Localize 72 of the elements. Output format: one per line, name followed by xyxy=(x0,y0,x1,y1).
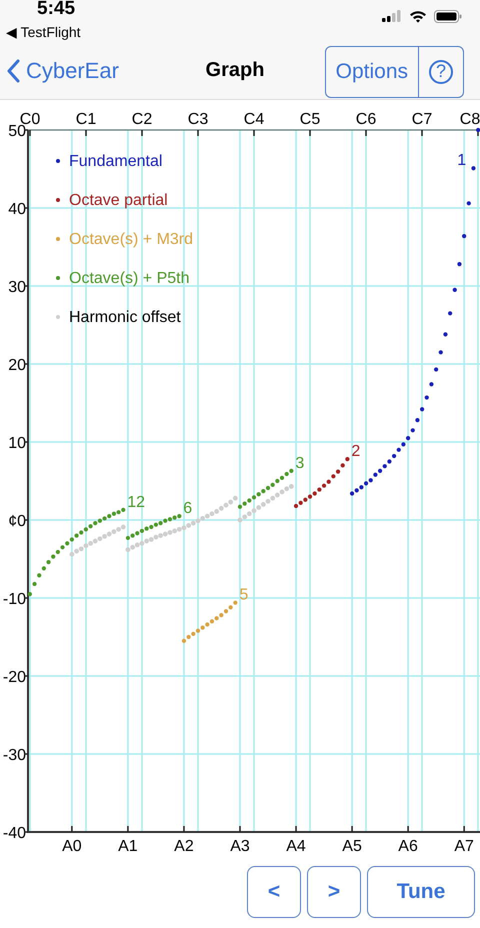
top-axis-label: C4 xyxy=(244,111,264,128)
back-button[interactable]: CyberEar xyxy=(6,58,206,84)
data-point xyxy=(340,463,345,468)
series-label: 2 xyxy=(351,443,360,460)
data-point xyxy=(466,201,471,206)
data-point xyxy=(410,428,415,432)
y-axis-label: ¢0 xyxy=(8,513,26,530)
tune-button[interactable]: Tune xyxy=(367,866,475,918)
y-axis-label: -10 xyxy=(2,591,26,608)
series-label: 1 xyxy=(457,152,466,169)
data-point xyxy=(452,288,457,292)
data-point xyxy=(406,436,410,440)
battery-icon xyxy=(434,10,462,22)
x-axis-label: A3 xyxy=(230,838,250,855)
top-axis-label: C2 xyxy=(132,111,152,128)
help-button[interactable]: ? xyxy=(418,46,463,96)
top-axis-label: C5 xyxy=(300,111,320,128)
y-axis-label: -40 xyxy=(2,825,26,842)
back-label: CyberEar xyxy=(26,58,119,84)
legend-label: Fundamental xyxy=(69,153,162,170)
legend-label: Octave(s) + M3rd xyxy=(69,231,194,248)
x-axis-label: A7 xyxy=(454,838,474,855)
data-point xyxy=(424,395,429,400)
x-axis-label: A2 xyxy=(174,838,194,855)
wifi-icon xyxy=(409,10,427,22)
clock-time: 5:45 xyxy=(37,0,76,18)
series-label: 3 xyxy=(295,454,304,472)
options-button[interactable]: Options xyxy=(326,46,418,96)
x-axis-label: A6 xyxy=(398,838,418,855)
legend-label: Octave(s) + P5th xyxy=(69,270,190,287)
data-point xyxy=(42,566,46,570)
y-axis-label: -20 xyxy=(2,669,26,686)
legend-label: Harmonic offset xyxy=(69,309,181,326)
series-label: 6 xyxy=(183,500,192,518)
legend-label: Octave partial xyxy=(69,192,168,209)
data-point xyxy=(443,332,448,336)
previous-button[interactable]: < xyxy=(247,866,301,918)
next-button[interactable]: > xyxy=(307,866,361,918)
data-point xyxy=(415,418,420,422)
top-axis-label: C6 xyxy=(356,111,376,128)
top-axis-label: C3 xyxy=(188,111,208,128)
data-point xyxy=(420,407,424,412)
screen-title: Graph xyxy=(206,59,264,82)
data-point xyxy=(32,582,37,586)
y-axis-label: 40 xyxy=(8,201,26,218)
y-axis-label: 30 xyxy=(8,279,26,296)
data-point xyxy=(457,262,462,266)
x-axis-label: A1 xyxy=(118,838,138,855)
data-point xyxy=(471,166,476,170)
top-axis-label: C8 xyxy=(460,111,480,128)
y-axis-label: 10 xyxy=(8,435,26,452)
x-axis-label: A4 xyxy=(286,838,306,855)
x-axis-label: A5 xyxy=(342,838,362,855)
data-point xyxy=(448,311,452,316)
y-axis-label: 20 xyxy=(8,357,26,374)
data-point xyxy=(434,367,438,372)
y-axis-label: -30 xyxy=(2,747,26,764)
back-to-app-link[interactable]: ◀ TestFlight xyxy=(6,24,81,40)
data-point xyxy=(476,128,480,132)
data-point xyxy=(429,382,434,386)
x-axis-label: A0 xyxy=(62,838,82,855)
series-label: 12 xyxy=(127,494,146,511)
top-axis-label: C1 xyxy=(76,111,96,128)
series-label: 5 xyxy=(239,586,248,604)
top-axis-label: C7 xyxy=(412,111,432,128)
data-point xyxy=(438,350,443,354)
signal-icon xyxy=(382,10,402,22)
chevron-left-icon xyxy=(6,58,20,82)
data-point xyxy=(345,457,350,462)
data-point xyxy=(37,573,42,578)
data-point xyxy=(28,592,32,596)
data-point xyxy=(462,234,466,238)
